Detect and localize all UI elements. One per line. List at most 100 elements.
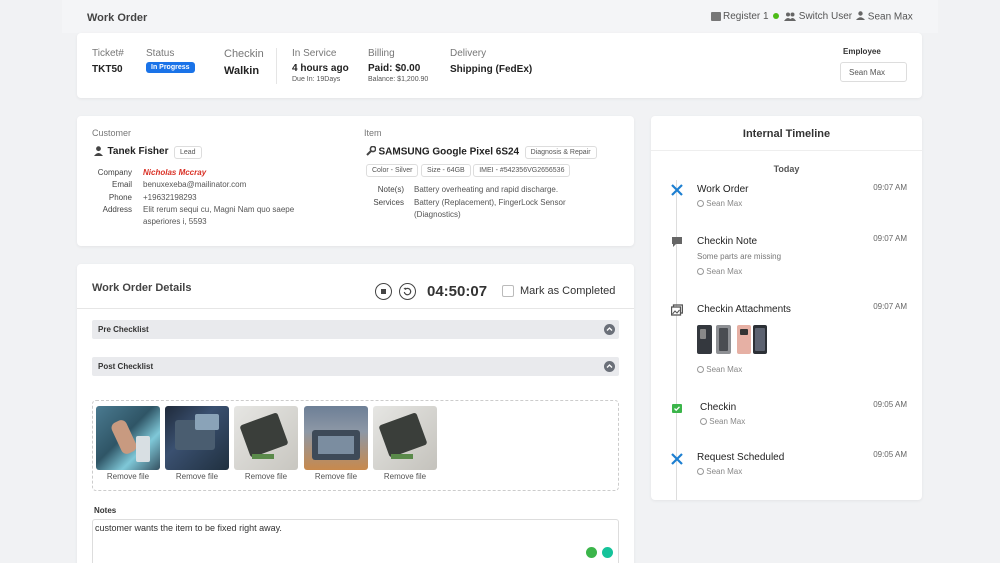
customer-name-row: Tanek Fisher Lead (94, 146, 202, 160)
grammar-check-icon[interactable] (600, 545, 615, 560)
timer-display: 04:50:07 (427, 283, 488, 300)
user-circle-icon (697, 468, 704, 476)
ticket-value: TKT50 (92, 64, 123, 75)
timeline-header-divider (651, 150, 922, 151)
user-circle-icon (697, 200, 704, 208)
employee-select[interactable]: Sean Max (840, 62, 907, 82)
post-checklist-bar[interactable]: Post Checklist (92, 357, 619, 376)
timeline-entry-time: 09:07 AM (873, 183, 907, 192)
delivery-label: Delivery (450, 48, 487, 59)
phone-value[interactable]: +19632198293 (143, 193, 197, 202)
balance-text: Balance: $1,200.90 (368, 76, 429, 83)
stop-timer-button[interactable] (375, 283, 392, 300)
users-icon (784, 12, 796, 21)
phone-label: Phone (108, 193, 132, 202)
item-imei-badge: IMEI - #542356VG2656536 (473, 164, 571, 177)
customer-badge: Lead (173, 146, 202, 160)
pre-checklist-bar[interactable]: Pre Checklist (92, 320, 619, 339)
user-menu[interactable]: Sean Max (856, 11, 913, 23)
reset-timer-button[interactable] (399, 283, 416, 300)
checkin-value: Walkin (224, 65, 260, 77)
item-type-badge: Diagnosis & Repair (524, 146, 597, 160)
address-line-2: asperiores i, 5593 (143, 217, 207, 226)
timeline-entry-user: Sean Max (697, 365, 742, 374)
email-label: Email (111, 180, 132, 189)
item-services-label: Services (373, 198, 404, 207)
item-section-label: Item (364, 128, 382, 138)
pre-checklist-label: Pre Checklist (98, 325, 149, 334)
remove-file-link[interactable]: Remove file (234, 472, 298, 481)
timeline-entry-time: 09:07 AM (873, 234, 907, 243)
delivery-value: Shipping (FedEx) (450, 64, 533, 75)
tools-icon (671, 453, 683, 465)
user-circle-icon (697, 366, 704, 374)
timeline-title: Internal Timeline (742, 128, 831, 140)
user-icon (856, 11, 865, 23)
status-label: Status (146, 48, 175, 59)
employee-label: Employee (843, 47, 881, 56)
details-divider (77, 308, 634, 309)
in-service-value: 4 hours ago (292, 63, 349, 74)
remove-file-link[interactable]: Remove file (373, 472, 437, 481)
details-title: Work Order Details (92, 282, 192, 294)
repair-photo-2 (165, 406, 229, 470)
timeline-entry-user: Sean Max (697, 199, 742, 208)
company-label: Company (97, 168, 132, 177)
due-in-text: Due In: 19Days (292, 76, 341, 83)
comment-icon (671, 236, 683, 248)
customer-section-label: Customer (92, 128, 132, 138)
address-label: Address (102, 205, 132, 214)
timeline-entry-user: Sean Max (697, 267, 742, 276)
person-icon (94, 146, 103, 158)
timeline-entry-title: Checkin Attachments (697, 304, 791, 315)
switch-user-label: Switch User (798, 11, 853, 22)
item-notes-label: Note(s) (377, 185, 404, 194)
timeline-entry-time: 09:07 AM (873, 302, 907, 311)
timeline-entry-time: 09:05 AM (873, 450, 907, 459)
register-icon (711, 11, 721, 21)
customer-name[interactable]: Tanek Fisher (108, 146, 169, 157)
attachment-thumb-1[interactable] (697, 325, 712, 354)
repair-photo-4 (304, 406, 368, 470)
email-value[interactable]: benuxexeba@mailinator.com (143, 180, 246, 189)
attachment-thumb-2[interactable] (716, 325, 731, 354)
switch-user-button[interactable]: Switch User (784, 11, 852, 22)
billing-value: Paid: $0.00 (368, 63, 421, 74)
item-notes-value: Battery overheating and rapid discharge. (414, 185, 559, 194)
mark-completed-label[interactable]: Mark as Completed (520, 285, 615, 297)
chevron-up-icon[interactable] (604, 361, 615, 372)
post-checklist-label: Post Checklist (98, 362, 154, 371)
user-circle-icon (697, 268, 704, 276)
attachment-thumb-3[interactable] (737, 325, 751, 354)
images-icon (670, 304, 684, 316)
timeline-entry-time: 09:05 AM (873, 400, 907, 409)
user-circle-icon (700, 418, 707, 426)
stop-icon (380, 288, 386, 294)
timeline-entry-title: Checkin Note (697, 236, 758, 247)
calendar-check-icon (671, 402, 683, 414)
remove-file-link[interactable]: Remove file (96, 472, 160, 481)
mark-completed-checkbox[interactable] (502, 285, 514, 297)
chevron-up-icon[interactable] (604, 324, 615, 335)
item-name-row: SAMSUNG Google Pixel 6S24 Diagnosis & Re… (366, 145, 597, 160)
company-value[interactable]: Nicholas Mccray (143, 168, 206, 177)
timeline-entry-title: Checkin (700, 402, 737, 413)
repair-photo-3 (234, 406, 298, 470)
reset-icon (403, 287, 412, 296)
remove-file-link[interactable]: Remove file (165, 472, 229, 481)
notes-text: customer wants the item to be fixed righ… (95, 523, 282, 533)
remove-file-link[interactable]: Remove file (304, 472, 368, 481)
status-badge: In Progress (146, 62, 195, 73)
timeline-day: Today (773, 164, 800, 174)
attachment-thumb-4[interactable] (753, 325, 767, 354)
timeline-entry-title: Request Scheduled (697, 452, 785, 463)
item-name[interactable]: SAMSUNG Google Pixel 6S24 (379, 146, 520, 157)
location-icon[interactable] (586, 547, 597, 558)
item-size-badge: Size - 64GB (420, 164, 471, 177)
repair-photo-5 (373, 406, 437, 470)
timeline-line (676, 180, 677, 500)
item-services-line-2: (Diagnostics) (414, 210, 461, 219)
in-service-label: In Service (292, 48, 337, 59)
register-button[interactable]: Register 1 (711, 11, 780, 22)
timeline-entry-note: Some parts are missing (697, 252, 782, 261)
